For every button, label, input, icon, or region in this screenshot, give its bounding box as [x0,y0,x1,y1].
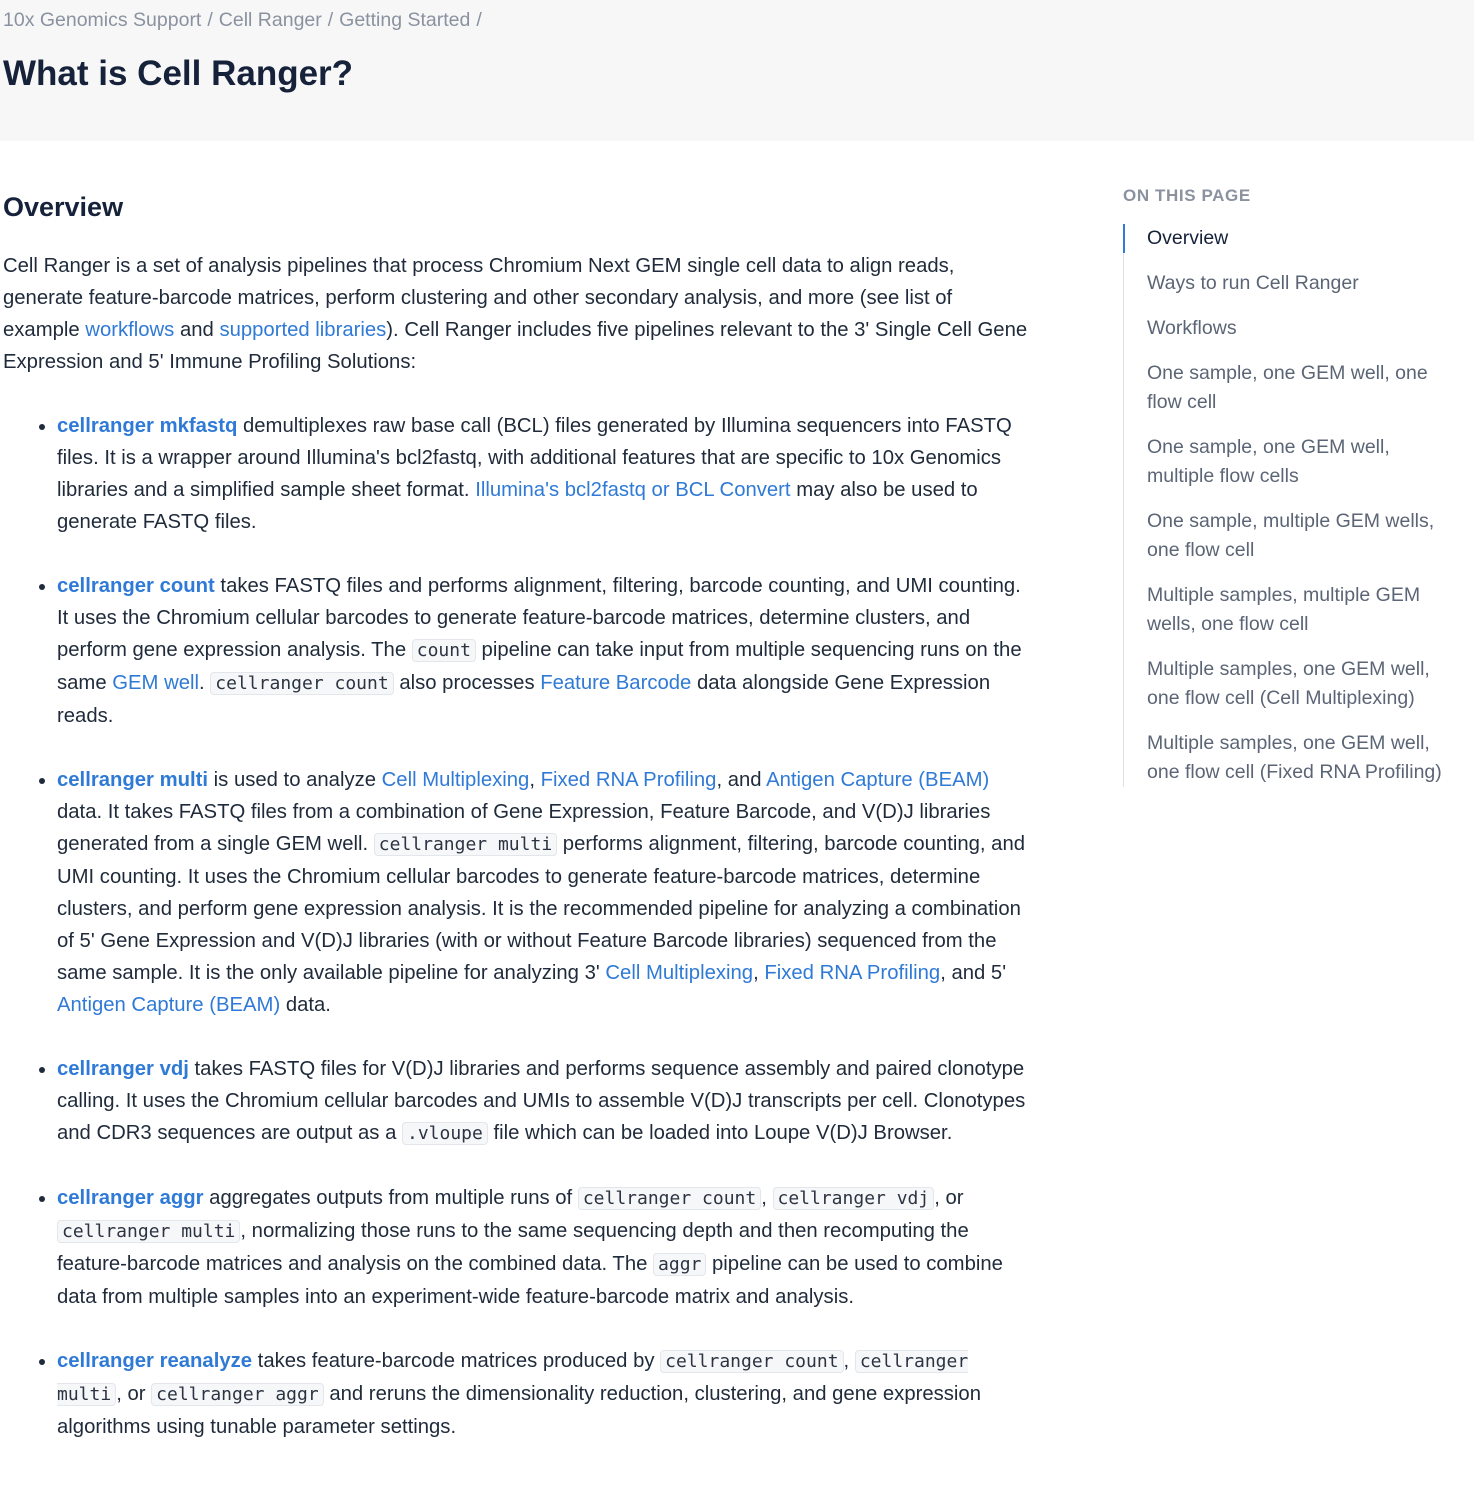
bcl2fastq-link[interactable]: Illumina's bcl2fastq or BCL Convert [475,479,790,501]
toc-link[interactable]: Multiple samples, one GEM well, one flow… [1147,658,1430,709]
toc-link[interactable]: One sample, multiple GEM wells, one flow… [1147,510,1434,561]
toc-link[interactable]: Multiple samples, multiple GEM wells, on… [1147,584,1420,635]
pipeline-text: file which can be loaded into Loupe V(D)… [487,1122,953,1144]
breadcrumb-getting-started[interactable]: Getting Started [339,9,470,31]
mkfastq-link[interactable]: cellranger mkfastq [57,415,237,437]
pipeline-list: cellranger mkfastq demultiplexes raw bas… [3,410,1028,1443]
pipeline-item-reanalyze: cellranger reanalyze takes feature-barco… [57,1345,1028,1443]
pipeline-item-aggr: cellranger aggr aggregates outputs from … [57,1182,1028,1313]
supported-libraries-link[interactable]: supported libraries [219,319,386,341]
pipeline-item-count: cellranger count takes FASTQ files and p… [57,570,1028,732]
cell-multiplexing-link[interactable]: Cell Multiplexing [382,769,530,791]
toc-link[interactable]: Multiple samples, one GEM well, one flow… [1147,732,1442,783]
toc-link[interactable]: Ways to run Cell Ranger [1147,272,1359,294]
pipeline-text: , and 5' [940,962,1007,984]
overview-intro: Cell Ranger is a set of analysis pipelin… [3,250,1028,378]
toc-item-multi-sample-multi-well-one-flow[interactable]: Multiple samples, multiple GEM wells, on… [1124,581,1453,639]
on-this-page-toc: ON THIS PAGE Overview Ways to run Cell R… [1123,186,1453,787]
pipeline-text: , [753,962,765,984]
breadcrumb-separator: / [476,9,482,31]
code-cellranger-count: cellranger count [577,1187,762,1210]
pipeline-item-multi: cellranger multi is used to analyze Cell… [57,764,1028,1021]
code-vloupe: .vloupe [402,1122,488,1145]
breadcrumb-separator: / [327,9,334,31]
aggr-link[interactable]: cellranger aggr [57,1187,204,1209]
toc-item-workflows[interactable]: Workflows [1124,314,1453,343]
cell-multiplexing-link[interactable]: Cell Multiplexing [605,962,753,984]
antigen-capture-link[interactable]: Antigen Capture (BEAM) [57,994,280,1016]
gem-well-link[interactable]: GEM well [112,672,199,694]
pipeline-text: , [761,1187,773,1209]
pipeline-text: , [843,1350,855,1372]
pipeline-text: takes feature-barcode matrices produced … [252,1350,661,1372]
breadcrumb-support[interactable]: 10x Genomics Support [3,9,201,31]
toc-item-one-sample-one-well-one-flow[interactable]: One sample, one GEM well, one flow cell [1124,359,1453,417]
toc-item-fixed-rna-profiling[interactable]: Multiple samples, one GEM well, one flow… [1124,729,1453,787]
pipeline-text: aggregates outputs from multiple runs of [203,1187,578,1209]
reanalyze-link[interactable]: cellranger reanalyze [57,1350,252,1372]
pipeline-item-vdj: cellranger vdj takes FASTQ files for V(D… [57,1053,1028,1150]
antigen-capture-link[interactable]: Antigen Capture (BEAM) [766,769,989,791]
code-cellranger-count: cellranger count [660,1350,844,1373]
fixed-rna-profiling-link[interactable]: Fixed RNA Profiling [541,769,717,791]
toc-item-ways-to-run[interactable]: Ways to run Cell Ranger [1124,269,1453,298]
intro-text: and [174,319,220,341]
overview-heading: Overview [3,192,124,222]
pipeline-text: , or [934,1187,964,1209]
toc-item-one-sample-one-well-multi-flow[interactable]: One sample, one GEM well, multiple flow … [1124,433,1453,491]
code-cellranger-multi: cellranger multi [373,833,558,856]
code-cellranger-aggr: cellranger aggr [151,1383,324,1406]
toc-item-cell-multiplexing[interactable]: Multiple samples, one GEM well, one flow… [1124,655,1453,713]
breadcrumb-separator: / [207,9,213,31]
breadcrumb-cell-ranger[interactable]: Cell Ranger [219,9,322,31]
fixed-rna-profiling-link[interactable]: Fixed RNA Profiling [764,962,940,984]
code-cellranger-vdj: cellranger vdj [772,1187,935,1210]
pipeline-text: , and [716,769,767,791]
pipeline-text: data. [280,994,331,1016]
multi-link[interactable]: cellranger multi [57,769,208,791]
code-count: count [411,639,476,662]
count-link[interactable]: cellranger count [57,575,215,597]
toc-link[interactable]: One sample, one GEM well, one flow cell [1147,362,1428,413]
pipeline-text: , or [116,1383,152,1405]
workflows-link[interactable]: workflows [85,319,174,341]
toc-item-one-sample-multi-well-one-flow[interactable]: One sample, multiple GEM wells, one flow… [1124,507,1453,565]
toc-list: Overview Ways to run Cell Ranger Workflo… [1123,224,1453,787]
code-cellranger-count: cellranger count [210,672,394,695]
toc-link[interactable]: Workflows [1147,317,1237,339]
vdj-link[interactable]: cellranger vdj [57,1058,189,1080]
main-content: Overview Cell Ranger is a set of analysi… [3,190,1028,1443]
pipeline-text: , [529,769,541,791]
code-aggr: aggr [653,1253,707,1276]
toc-link[interactable]: Overview [1147,227,1228,249]
pipeline-text: is used to analyze [208,769,382,791]
breadcrumb: 10x Genomics Support / Cell Ranger / Getting… [3,9,488,32]
toc-heading: ON THIS PAGE [1123,186,1251,205]
pipeline-text: . [199,672,211,694]
toc-link[interactable]: One sample, one GEM well, multiple flow … [1147,436,1390,487]
code-cellranger-multi: cellranger multi [57,1220,241,1243]
page-header: 10x Genomics Support / Cell Ranger / Getting… [0,0,1474,141]
toc-item-overview[interactable]: Overview [1123,224,1453,253]
feature-barcode-link[interactable]: Feature Barcode [540,672,691,694]
pipeline-item-mkfastq: cellranger mkfastq demultiplexes raw bas… [57,410,1028,538]
page-title: What is Cell Ranger? [3,54,354,93]
pipeline-text: also processes [393,672,541,694]
